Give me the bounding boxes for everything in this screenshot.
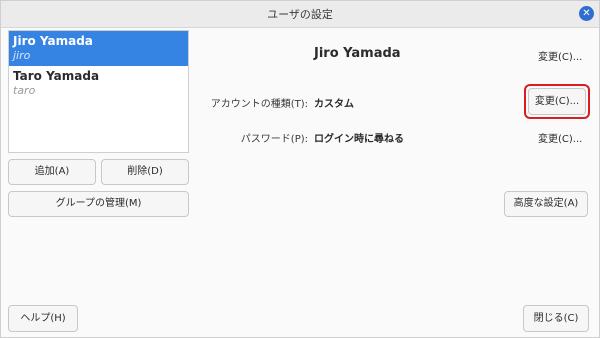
account-type-label: アカウントの種類(T):: [210, 99, 308, 110]
account-type-value: カスタム: [314, 99, 354, 110]
titlebar: ユーザの設定 ✕: [1, 1, 599, 28]
delete-user-button[interactable]: 削除(D): [101, 159, 189, 185]
user-full-name: Jiro Yamada: [13, 34, 93, 48]
close-button[interactable]: 閉じる(C): [523, 305, 589, 332]
change-password-button[interactable]: 変更(C)...: [538, 130, 582, 145]
user-login-name: taro: [13, 84, 36, 97]
user-full-name-heading: Jiro Yamada: [314, 46, 401, 61]
user-settings-window: ユーザの設定 ✕ Jiro Yamada jiro Taro Yamada ta…: [0, 0, 600, 338]
advanced-settings-button[interactable]: 高度な設定(A): [504, 191, 588, 217]
user-list[interactable]: Jiro Yamada jiro Taro Yamada taro: [8, 30, 189, 153]
add-user-button[interactable]: 追加(A): [8, 159, 96, 185]
password-value: ログイン時に尋ねる: [314, 134, 404, 145]
user-login-name: jiro: [13, 49, 31, 62]
user-full-name: Taro Yamada: [13, 69, 100, 83]
window-title: ユーザの設定: [267, 8, 333, 21]
password-label: パスワード(P):: [240, 134, 308, 145]
user-list-item-taro[interactable]: Taro Yamada taro: [9, 66, 188, 101]
close-window-icon[interactable]: ✕: [579, 6, 594, 21]
highlight-frame: [524, 84, 590, 119]
help-button[interactable]: ヘルプ(H): [8, 305, 78, 332]
change-name-button[interactable]: 変更(C)...: [538, 48, 582, 63]
user-list-item-jiro[interactable]: Jiro Yamada jiro: [9, 31, 188, 66]
manage-groups-button[interactable]: グループの管理(M): [8, 191, 189, 217]
